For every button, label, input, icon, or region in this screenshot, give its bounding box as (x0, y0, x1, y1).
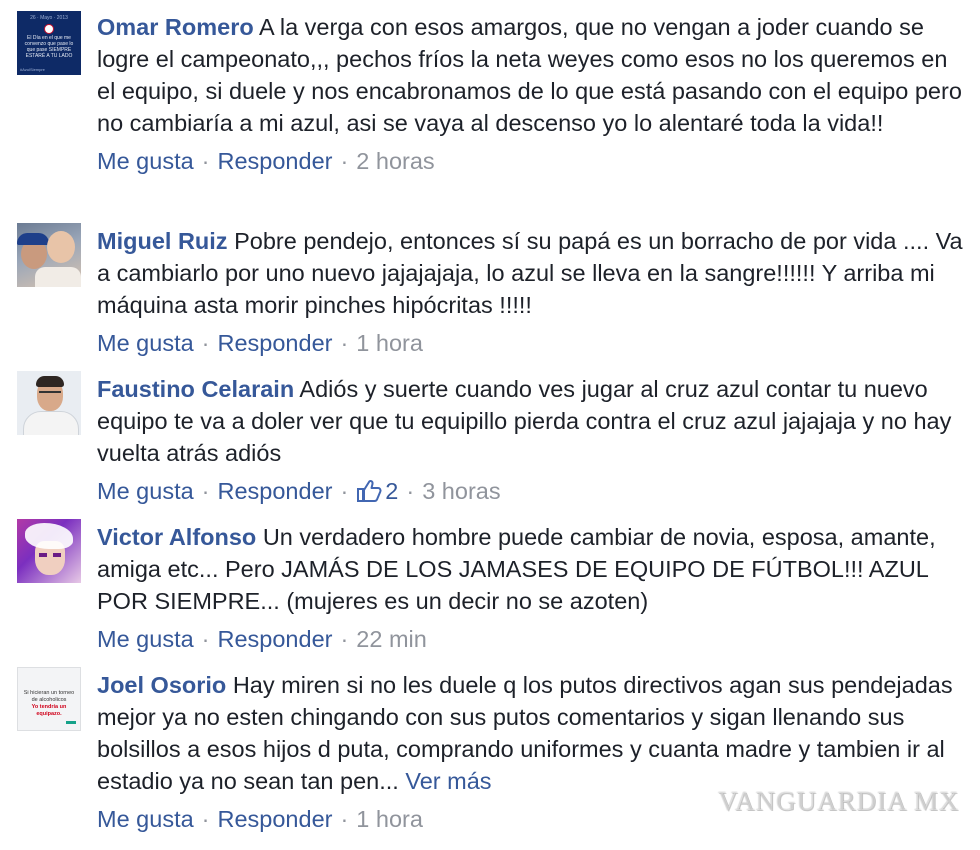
avatar-photo-part (35, 267, 81, 287)
comment-author-link[interactable]: Faustino Celarain (97, 376, 294, 402)
comment-text-block: Victor Alfonso Un verdadero hombre puede… (97, 521, 967, 617)
comment-actions: Me gusta · Responder · 1 hora (97, 327, 967, 359)
reply-link[interactable]: Responder (218, 330, 333, 356)
comment-author-link[interactable]: Omar Romero (97, 14, 254, 40)
avatar-photo-part (36, 376, 64, 387)
avatar-photo-part (39, 391, 61, 398)
avatar-photo-part (23, 411, 79, 435)
comment-body: Miguel Ruiz Pobre pendejo, entonces sí s… (97, 225, 967, 359)
comment-timestamp[interactable]: 2 horas (356, 148, 434, 174)
avatar[interactable] (17, 519, 81, 583)
avatar-message-text: El Día en el que me convenzo que pase lo… (24, 35, 74, 59)
avatar-text-line: Si hicieran un torneo de alcoholicos (23, 690, 75, 703)
comment-body: Victor Alfonso Un verdadero hombre puede… (97, 521, 967, 655)
avatar[interactable]: 26 · Mayo · 2013 El Día en el que me con… (17, 11, 81, 75)
comment-actions: Me gusta · Responder · 22 min (97, 623, 967, 655)
like-link[interactable]: Me gusta (97, 626, 194, 652)
like-link[interactable]: Me gusta (97, 330, 194, 356)
comment-timestamp[interactable]: 3 horas (422, 478, 500, 504)
separator: · (201, 478, 210, 504)
separator: · (201, 806, 210, 832)
separator: · (406, 478, 415, 504)
comment-text: Hay miren si no les duele q los putos di… (97, 672, 953, 794)
comment-text-block: Joel Osorio Hay miren si no les duele q … (97, 669, 967, 797)
comment-text-block: Faustino Celarain Adiós y suerte cuando … (97, 373, 967, 469)
avatar-photo-part (25, 523, 73, 549)
avatar-photo-part (53, 553, 61, 557)
avatar-photo-part (39, 553, 47, 557)
comment-text-block: Omar Romero A la verga con esos amargos,… (97, 11, 967, 139)
separator: · (340, 330, 349, 356)
separator: · (340, 626, 349, 652)
like-count-number: 2 (385, 478, 399, 504)
comment-author-link[interactable]: Miguel Ruiz (97, 228, 228, 254)
avatar[interactable]: Si hicieran un torneo de alcoholicos Yo … (17, 667, 81, 731)
like-link[interactable]: Me gusta (97, 806, 194, 832)
separator: · (340, 148, 349, 174)
see-more-link[interactable]: Ver más (405, 768, 491, 794)
comment-body: Omar Romero A la verga con esos amargos,… (97, 11, 967, 177)
separator: · (201, 626, 210, 652)
separator: · (340, 806, 349, 832)
cruz-azul-crest-icon (44, 24, 54, 34)
comment-actions: Me gusta · Responder · 2 horas (97, 145, 967, 177)
comment-author-link[interactable]: Victor Alfonso (97, 524, 256, 550)
comment-timestamp[interactable]: 1 hora (356, 330, 423, 356)
comment-actions: Me gusta · Responder · 2 · 3 horas (97, 475, 967, 507)
reply-link[interactable]: Responder (218, 806, 333, 832)
avatar-photo-part (47, 231, 75, 263)
separator: · (201, 330, 210, 356)
avatar-date-text: 26 · Mayo · 2013 (30, 15, 68, 21)
comment-timestamp[interactable]: 22 min (356, 626, 427, 652)
thumbs-up-icon (357, 479, 382, 502)
like-link[interactable]: Me gusta (97, 478, 194, 504)
separator: · (201, 148, 210, 174)
avatar[interactable] (17, 223, 81, 287)
reply-link[interactable]: Responder (218, 626, 333, 652)
reply-link[interactable]: Responder (218, 148, 333, 174)
watermark: VANGUARDIA MX (718, 786, 960, 816)
avatar[interactable] (17, 371, 81, 435)
reply-link[interactable]: Responder (218, 478, 333, 504)
like-count[interactable]: 2 (356, 478, 398, 504)
comment-timestamp[interactable]: 1 hora (356, 806, 423, 832)
like-link[interactable]: Me gusta (97, 148, 194, 174)
separator: · (340, 478, 349, 504)
comment-body: Faustino Celarain Adiós y suerte cuando … (97, 373, 967, 507)
avatar-photo-part (17, 233, 49, 245)
avatar-accent-bar (66, 721, 76, 724)
comment-author-link[interactable]: Joel Osorio (97, 672, 226, 698)
avatar-text-highlight: Yo tendría un equipazo. (31, 704, 67, 717)
avatar-hashtag-text: #AzulSiempre (20, 67, 45, 72)
comment-text-block: Miguel Ruiz Pobre pendejo, entonces sí s… (97, 225, 967, 321)
